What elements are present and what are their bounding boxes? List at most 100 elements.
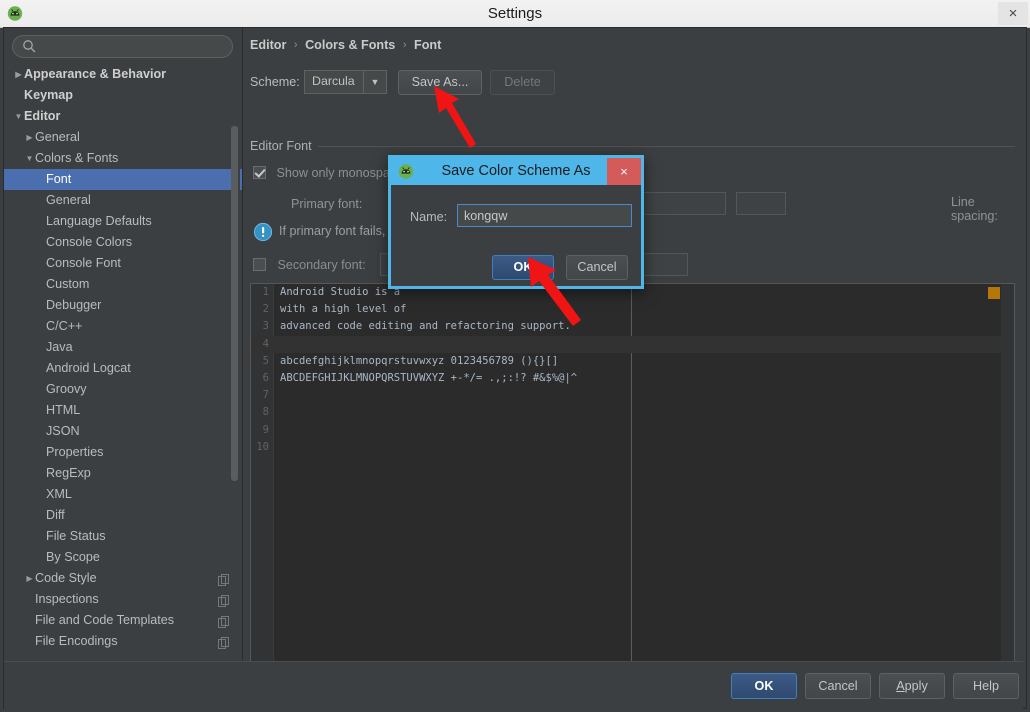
tree-twisty-none-icon[interactable]: ▶ [24, 589, 35, 610]
sidebar-item-custom[interactable]: ▶▶▶Custom [4, 274, 242, 295]
sidebar-item-label: General [46, 193, 91, 208]
tree-twisty-none-icon[interactable]: ▶ [35, 253, 46, 274]
sidebar-item-debugger[interactable]: ▶▶▶Debugger [4, 295, 242, 316]
sidebar-item-android-logcat[interactable]: ▶▶▶Android Logcat [4, 358, 242, 379]
sidebar-item-label: Groovy [46, 382, 87, 397]
tree-twisty-collapsed-icon[interactable]: ▶ [24, 568, 35, 589]
sidebar-item-language-defaults[interactable]: ▶▶▶Language Defaults [4, 211, 242, 232]
chevron-down-icon[interactable]: ▼ [363, 71, 386, 93]
sidebar-item-diff[interactable]: ▶▶▶Diff [4, 505, 242, 526]
tree-twisty-none-icon[interactable]: ▶ [35, 400, 46, 421]
tree-twisty-none-icon[interactable]: ▶ [35, 442, 46, 463]
scheme-dropdown[interactable]: Darcula ▼ [304, 70, 387, 94]
preview-line: 2 with a high level of [251, 301, 1014, 318]
sidebar-item-console-font[interactable]: ▶▶▶Console Font [4, 253, 242, 274]
tree-twisty-none-icon[interactable]: ▶ [35, 295, 46, 316]
sidebar-item-label: XML [46, 487, 72, 502]
breadcrumb-item-colors-fonts[interactable]: Colors & Fonts [305, 38, 395, 52]
secondary-font-row[interactable]: Secondary font: [253, 253, 688, 276]
tree-indent: ▶ [24, 505, 35, 526]
dialog-cancel-button[interactable]: Cancel [566, 255, 628, 280]
tree-twisty-none-icon[interactable]: ▶ [35, 316, 46, 337]
tree-indent: ▶ [13, 169, 24, 190]
tree-indent: ▶ [24, 232, 35, 253]
font-size-input[interactable] [736, 192, 786, 215]
tree-twisty-none-icon[interactable]: ▶ [35, 379, 46, 400]
copy-settings-icon[interactable] [218, 572, 230, 586]
line-text: abcdefghijklmnopqrstuvwxyz 0123456789 ()… [280, 354, 559, 367]
breadcrumb-item-font[interactable]: Font [414, 38, 441, 52]
tree-twisty-none-icon[interactable]: ▶ [35, 190, 46, 211]
sidebar-item-editor[interactable]: ▼ Editor [4, 106, 242, 127]
tree-twisty-none-icon[interactable]: ▶ [35, 463, 46, 484]
sidebar-item-code-style[interactable]: ▶▶Code Style [4, 568, 242, 589]
tree-twisty-none-icon[interactable]: ▶ [35, 358, 46, 379]
sidebar-item-general[interactable]: ▶▶▶General [4, 190, 242, 211]
sidebar-item-html[interactable]: ▶▶▶HTML [4, 400, 242, 421]
show-monospaced-checkbox[interactable] [253, 166, 266, 179]
breadcrumb-item-editor[interactable]: Editor [250, 38, 286, 52]
sidebar-scrollbar-track[interactable] [231, 66, 240, 656]
sidebar-item-groovy[interactable]: ▶▶▶Groovy [4, 379, 242, 400]
copy-settings-icon[interactable] [218, 635, 230, 649]
sidebar-item-regexp[interactable]: ▶▶▶RegExp [4, 463, 242, 484]
tree-twisty-none-icon[interactable]: ▶ [35, 211, 46, 232]
sidebar-item-console-colors[interactable]: ▶▶▶Console Colors [4, 232, 242, 253]
footer-cancel-button[interactable]: Cancel [805, 673, 871, 699]
dialog-name-input[interactable] [457, 204, 632, 227]
tree-twisty-none-icon[interactable]: ▶ [35, 274, 46, 295]
tree-twisty-expanded-icon[interactable]: ▼ [13, 106, 24, 127]
search-input[interactable] [12, 35, 233, 58]
tree-twisty-none-icon[interactable]: ▶ [35, 547, 46, 568]
sidebar-item-inspections[interactable]: ▶▶Inspections [4, 589, 242, 610]
sidebar-item-xml[interactable]: ▶▶▶XML [4, 484, 242, 505]
save-as-button[interactable]: Save As... [398, 70, 482, 95]
settings-tree[interactable]: ▶Appearance & Behavior▶Keymap▼Editor▶▶Ge… [4, 64, 242, 660]
sidebar-item-java[interactable]: ▶▶▶Java [4, 337, 242, 358]
footer-apply-button[interactable]: Apply [879, 673, 945, 699]
tree-twisty-none-icon[interactable]: ▶ [35, 337, 46, 358]
tree-twisty-collapsed-icon[interactable]: ▶ [13, 64, 24, 85]
tree-twisty-none-icon[interactable]: ▶ [35, 526, 46, 547]
tree-indent: ▶ [24, 442, 35, 463]
sidebar-item-c-c[interactable]: ▶▶▶C/C++ [4, 316, 242, 337]
sidebar-item-file-status[interactable]: ▶▶▶File Status [4, 526, 242, 547]
tree-twisty-none-icon[interactable]: ▶ [35, 505, 46, 526]
marker-stripe[interactable] [1001, 284, 1014, 661]
sidebar-item-label: File Encodings [35, 634, 118, 649]
preview-line: 10 [251, 439, 1014, 456]
tree-twisty-none-icon[interactable]: ▶ [35, 421, 46, 442]
footer-help-button[interactable]: Help [953, 673, 1019, 699]
tree-twisty-none-icon[interactable]: ▶ [24, 631, 35, 652]
sidebar-item-by-scope[interactable]: ▶▶▶By Scope [4, 547, 242, 568]
sidebar-item-colors-fonts[interactable]: ▶▼Colors & Fonts [4, 148, 242, 169]
dialog-close-button[interactable]: × [607, 158, 641, 185]
sidebar-item-font[interactable]: ▶▶▶Font [4, 169, 242, 190]
sidebar-item-file-and-code-templates[interactable]: ▶▶File and Code Templates [4, 610, 242, 631]
copy-settings-icon[interactable] [218, 593, 230, 607]
sidebar-item-json[interactable]: ▶▶▶JSON [4, 421, 242, 442]
sidebar-item-properties[interactable]: ▶▶▶Properties [4, 442, 242, 463]
tree-twisty-none-icon[interactable]: ▶ [24, 610, 35, 631]
footer-ok-button[interactable]: OK [731, 673, 797, 699]
tree-twisty-collapsed-icon[interactable]: ▶ [24, 127, 35, 148]
sidebar-item-label: Console Colors [46, 235, 133, 250]
dialog-ok-button[interactable]: OK [492, 255, 554, 280]
sidebar-item-general[interactable]: ▶▶General [4, 127, 242, 148]
sidebar-item-file-encodings[interactable]: ▶▶File Encodings [4, 631, 242, 652]
sidebar-item-label: File Status [46, 529, 106, 544]
sidebar-item-appearance-behavior[interactable]: ▶ Appearance & Behavior [4, 64, 242, 85]
copy-settings-icon[interactable] [218, 614, 230, 628]
secondary-font-checkbox[interactable] [253, 258, 266, 271]
tree-twisty-expanded-icon[interactable]: ▼ [24, 148, 35, 169]
tree-twisty-none-icon[interactable]: ▶ [13, 85, 24, 106]
tree-twisty-none-icon[interactable]: ▶ [35, 169, 46, 190]
tree-indent: ▶ [13, 148, 24, 169]
font-preview-editor[interactable]: 1 Android Studio is a 2 with a high level o… [250, 283, 1015, 661]
sidebar-scrollbar-thumb[interactable] [231, 126, 238, 481]
tree-twisty-none-icon[interactable]: ▶ [35, 232, 46, 253]
sidebar-item-keymap[interactable]: ▶Keymap [4, 85, 242, 106]
window-close-button[interactable]: × [998, 2, 1028, 25]
line-spacing-label: Line spacing: [951, 195, 998, 223]
tree-twisty-none-icon[interactable]: ▶ [35, 484, 46, 505]
